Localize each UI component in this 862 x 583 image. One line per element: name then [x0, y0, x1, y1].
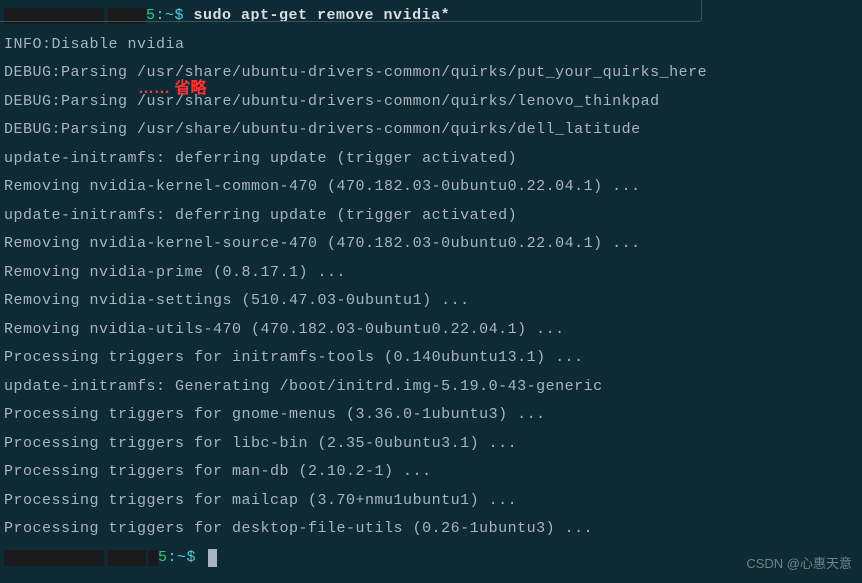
- prompt-suffix: 5: [146, 2, 156, 31]
- redacted-host: [108, 8, 146, 24]
- output-line: Removing nvidia-kernel-common-470 (470.1…: [4, 173, 858, 202]
- output-line: Removing nvidia-utils-470 (470.182.03-0u…: [4, 316, 858, 345]
- output-line: Processing triggers for libc-bin (2.35-0…: [4, 430, 858, 459]
- output-line: update-initramfs: deferring update (trig…: [4, 145, 858, 174]
- output-line: update-initramfs: deferring update (trig…: [4, 202, 858, 231]
- redacted-user: [4, 550, 104, 566]
- redacted-host: [108, 550, 146, 566]
- output-line: Processing triggers for man-db (2.10.2-1…: [4, 458, 858, 487]
- output-line: update-initramfs: Generating /boot/initr…: [4, 373, 858, 402]
- cursor-icon: [208, 549, 217, 567]
- prompt-line-2[interactable]: 5:~$: [4, 544, 858, 573]
- output-line: Removing nvidia-prime (0.8.17.1) ...: [4, 259, 858, 288]
- annotation-text: …… 省略: [138, 74, 206, 104]
- command-input[interactable]: sudo apt-get remove nvidia*: [194, 2, 451, 31]
- output-line: DEBUG:Parsing /usr/share/ubuntu-drivers-…: [4, 59, 858, 88]
- output-line: Processing triggers for desktop-file-uti…: [4, 515, 858, 544]
- redacted-part: [148, 550, 158, 566]
- output-line: Removing nvidia-settings (510.47.03-0ubu…: [4, 287, 858, 316]
- redacted-user: [4, 8, 104, 24]
- prompt-line-1[interactable]: 5:~$ sudo apt-get remove nvidia*: [4, 2, 858, 31]
- terminal-output: 5:~$ sudo apt-get remove nvidia* INFO:Di…: [0, 0, 862, 574]
- prompt-path: :~$: [156, 2, 194, 31]
- output-line: Processing triggers for gnome-menus (3.3…: [4, 401, 858, 430]
- output-line: INFO:Disable nvidia: [4, 31, 858, 60]
- watermark-text: CSDN @心惠天意: [746, 552, 852, 577]
- output-line: DEBUG:Parsing /usr/share/ubuntu-drivers-…: [4, 116, 858, 145]
- output-line: DEBUG:Parsing /usr/share/ubuntu-drivers-…: [4, 88, 858, 117]
- output-line: Processing triggers for initramfs-tools …: [4, 344, 858, 373]
- prompt-path: :~$: [168, 544, 206, 573]
- output-line: Processing triggers for mailcap (3.70+nm…: [4, 487, 858, 516]
- output-line: Removing nvidia-kernel-source-470 (470.1…: [4, 230, 858, 259]
- prompt-suffix: 5: [158, 544, 168, 573]
